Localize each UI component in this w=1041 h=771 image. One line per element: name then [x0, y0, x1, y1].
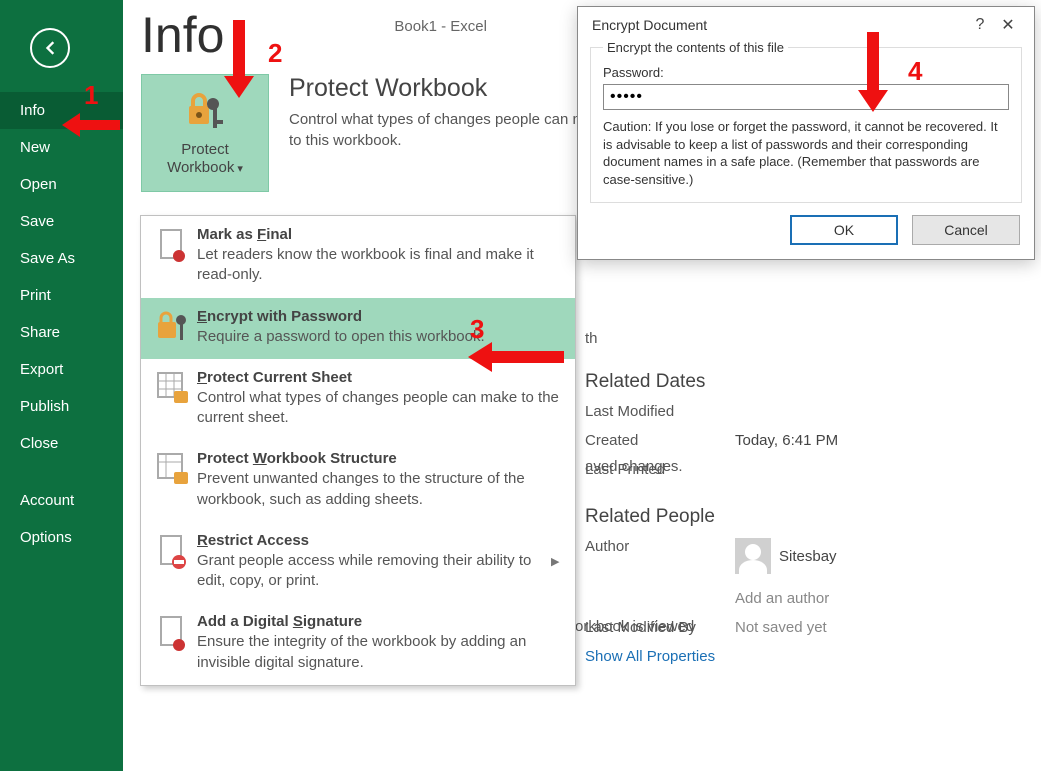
annotation-number-1: 1	[84, 80, 98, 111]
created-label: Created	[585, 432, 735, 449]
show-all-properties-link[interactable]: Show All Properties	[585, 648, 1005, 665]
password-label: Password:	[603, 65, 1009, 80]
document-badge-icon	[153, 226, 193, 286]
sidebar-item-options[interactable]: Options	[0, 519, 123, 556]
document-restrict-icon	[153, 532, 193, 592]
text-fragment: orkbook is viewed	[575, 618, 694, 635]
protect-label-line1: Protect	[181, 141, 229, 158]
menu-item-desc: Grant people access while removing their…	[197, 551, 551, 592]
document-signature-icon	[153, 613, 193, 673]
help-button[interactable]: ?	[966, 16, 994, 34]
last-modified-by-value: Not saved yet	[735, 619, 827, 636]
author-name: Sitesbay	[779, 548, 837, 565]
text-fragment: aved changes.	[585, 458, 683, 475]
workbook-lock-icon	[153, 450, 193, 510]
menu-item-desc: Ensure the integrity of the workbook by …	[197, 632, 563, 673]
sidebar-item-close[interactable]: Close	[0, 425, 123, 462]
author-label: Author	[585, 538, 735, 578]
submenu-arrow-icon: ▶	[551, 532, 563, 592]
cancel-button[interactable]: Cancel	[912, 215, 1020, 245]
protect-description: Control what types of changes people can…	[289, 109, 619, 151]
sidebar-item-publish[interactable]: Publish	[0, 388, 123, 425]
sidebar-item-export[interactable]: Export	[0, 351, 123, 388]
encrypt-document-dialog: Encrypt Document ? ✕ Encrypt the content…	[577, 6, 1035, 260]
text-fragment: th	[585, 330, 1005, 347]
ok-button[interactable]: OK	[790, 215, 898, 245]
menu-item-title: Restrict Access	[197, 532, 551, 549]
sidebar-item-saveas[interactable]: Save As	[0, 240, 123, 277]
menu-protect-workbook-structure[interactable]: Protect Workbook Structure Prevent unwan…	[141, 440, 575, 522]
sidebar-item-open[interactable]: Open	[0, 166, 123, 203]
menu-mark-as-final[interactable]: Mark as Final Let readers know the workb…	[141, 216, 575, 298]
lock-key-icon	[183, 90, 227, 135]
chevron-down-icon: ▾	[234, 163, 243, 175]
page-title: Info	[141, 6, 224, 64]
menu-item-title: Protect Workbook Structure	[197, 450, 563, 467]
dialog-title-text: Encrypt Document	[592, 17, 707, 33]
caution-text: Caution: If you lose or forget the passw…	[603, 118, 1009, 188]
menu-restrict-access[interactable]: Restrict Access Grant people access whil…	[141, 522, 575, 604]
menu-item-title: Mark as Final	[197, 226, 563, 243]
author-chip[interactable]: Sitesbay	[735, 538, 837, 574]
sidebar-item-save[interactable]: Save	[0, 203, 123, 240]
annotation-arrow-4	[856, 32, 890, 112]
menu-item-title: Encrypt with Password	[197, 308, 563, 325]
protect-workbook-menu: Mark as Final Let readers know the workb…	[140, 215, 576, 686]
menu-item-desc: Let readers know the workbook is final a…	[197, 245, 563, 286]
avatar-icon	[735, 538, 771, 574]
menu-item-desc: Prevent unwanted changes to the structur…	[197, 469, 563, 510]
lock-key-icon	[153, 308, 193, 347]
back-button[interactable]	[30, 28, 70, 68]
sidebar-item-account[interactable]: Account	[0, 482, 123, 519]
menu-item-desc: Control what types of changes people can…	[197, 388, 563, 429]
menu-add-digital-signature[interactable]: Add a Digital Signature Ensure the integ…	[141, 603, 575, 685]
protect-heading: Protect Workbook	[289, 74, 619, 103]
annotation-number-2: 2	[268, 38, 282, 69]
sheet-lock-icon	[153, 369, 193, 429]
related-dates-heading: Related Dates	[585, 371, 1005, 393]
properties-panel: th Related Dates Last Modified Created T…	[585, 330, 1005, 665]
menu-item-title: Add a Digital Signature	[197, 613, 563, 630]
annotation-arrow-3	[468, 340, 564, 374]
annotation-arrow-1	[62, 110, 122, 140]
close-button[interactable]: ✕	[994, 15, 1022, 35]
sidebar-item-share[interactable]: Share	[0, 314, 123, 351]
protect-label-line2: Workbook	[167, 159, 234, 176]
arrow-left-icon	[40, 38, 60, 58]
add-author-link[interactable]: Add an author	[735, 590, 829, 607]
related-people-heading: Related People	[585, 506, 1005, 528]
sidebar-item-print[interactable]: Print	[0, 277, 123, 314]
created-value: Today, 6:41 PM	[735, 432, 838, 449]
annotation-number-4: 4	[908, 56, 922, 87]
password-input[interactable]	[603, 84, 1009, 110]
document-title: Book1 - Excel	[394, 18, 487, 35]
annotation-arrow-2	[222, 20, 256, 98]
dialog-legend: Encrypt the contents of this file	[603, 40, 788, 55]
last-modified-label: Last Modified	[585, 403, 735, 420]
